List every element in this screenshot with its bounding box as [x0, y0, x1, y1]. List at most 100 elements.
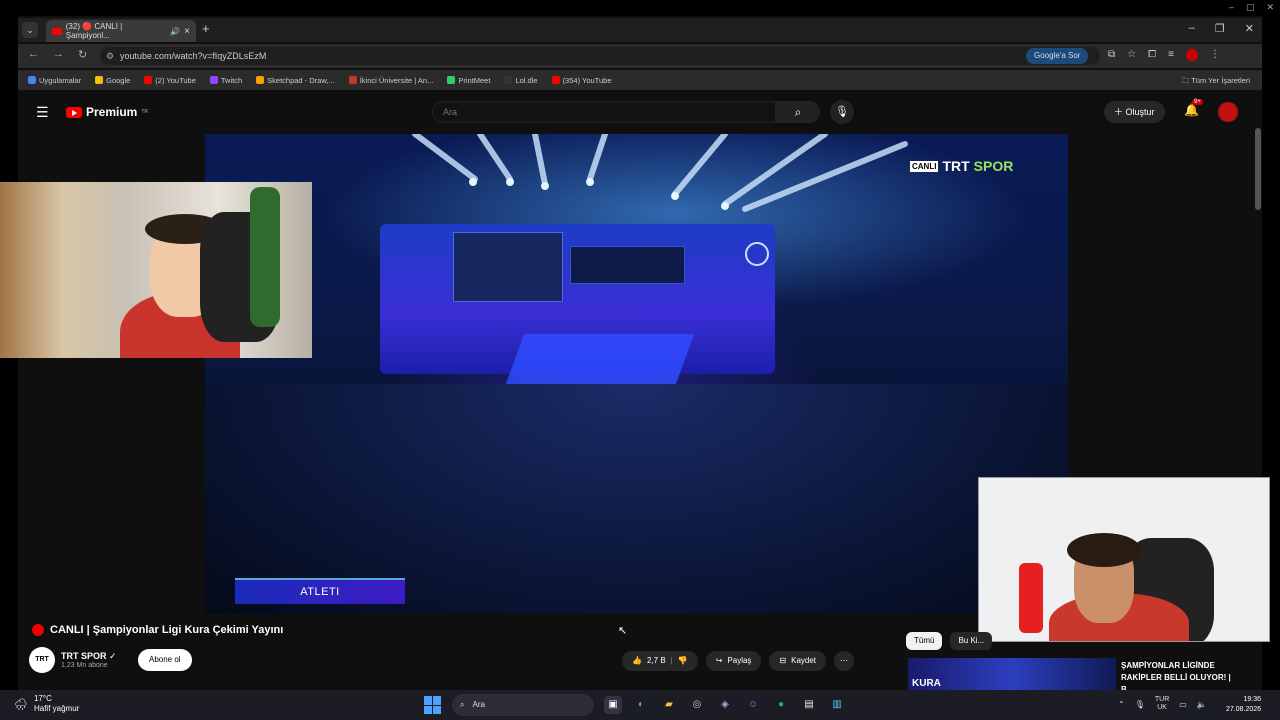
- weather-widget[interactable]: 🌧 17°C Hafif yağmur: [14, 694, 79, 714]
- google-lens-button[interactable]: Google'a Sor: [1026, 48, 1089, 64]
- bookmark-favicon-icon: [447, 76, 456, 84]
- bookmark-item[interactable]: Uygulamalar: [28, 76, 81, 85]
- streamer-hair: [1067, 533, 1141, 567]
- live-tag: CANLI: [910, 160, 939, 172]
- close-icon[interactable]: ✕: [1245, 22, 1254, 35]
- close-tab-icon[interactable]: ×: [184, 26, 190, 37]
- network-icon[interactable]: ▭: [1179, 700, 1187, 709]
- google-sor-label: Google'a Sor: [1034, 51, 1081, 60]
- like-button[interactable]: 👍 2,7 B | 👎: [622, 651, 698, 671]
- site-info-icon[interactable]: ⚙: [106, 47, 114, 65]
- bookmark-item[interactable]: Google: [95, 76, 130, 85]
- thumbnail-text: KURA: [912, 678, 941, 689]
- star-icon[interactable]: ☆: [1127, 49, 1136, 61]
- discord-icon[interactable]: ☺: [744, 696, 762, 714]
- chevron-up-icon[interactable]: ⌃: [1118, 700, 1125, 709]
- bookmark-item[interactable]: Sketchpad - Draw,...: [256, 76, 335, 85]
- video-actions: 👍 2,7 B | 👎 ↪ Paylaş ⊟ Kaydet ⋯: [622, 651, 855, 671]
- video-title: CANLI | Şampiyonlar Ligi Kura Çekimi Yay…: [32, 624, 283, 636]
- taskbar-search[interactable]: ⌕ Ara: [452, 694, 594, 716]
- thumbs-up-icon: 👍: [632, 656, 642, 665]
- microphone: [1019, 563, 1043, 633]
- media-icon[interactable]: ≡: [1168, 49, 1174, 61]
- mic-tray-icon[interactable]: 🎙: [1135, 700, 1145, 709]
- chip-all[interactable]: Tümü: [906, 632, 943, 650]
- all-bookmarks[interactable]: 🗀 Tüm Yer İşaretleri: [1182, 75, 1250, 88]
- more-actions-button[interactable]: ⋯: [834, 651, 855, 671]
- channel-info: TRT TRT SPOR ✓ 1,23 Mn abone: [29, 647, 117, 673]
- spotify-icon[interactable]: ●: [772, 696, 790, 714]
- search-icon[interactable]: ⌕: [776, 101, 820, 123]
- channel-avatar[interactable]: TRT: [29, 647, 55, 673]
- url-field[interactable]: ⚙ youtube.com/watch?v=fIqyZDLsEzM: [100, 47, 1100, 65]
- restore-icon[interactable]: ▢: [1246, 2, 1255, 13]
- menu-icon[interactable]: ⋮: [1210, 49, 1220, 61]
- page-scrollbar[interactable]: [1255, 128, 1261, 210]
- webcam-overlay-left: [0, 182, 312, 358]
- close-icon[interactable]: ✕: [1266, 2, 1274, 13]
- address-bar: ← → ↻ ⚙ youtube.com/watch?v=fIqyZDLsEzM …: [18, 44, 1262, 68]
- avatar[interactable]: [1218, 102, 1238, 122]
- language-indicator[interactable]: TUR UK: [1155, 696, 1169, 712]
- bookmark-label: Twitch: [220, 75, 243, 85]
- menu-icon[interactable]: ☰: [36, 104, 49, 121]
- bookmark-item[interactable]: Twitch: [209, 75, 243, 85]
- steam-icon[interactable]: ◈: [716, 696, 734, 714]
- notepad-icon[interactable]: ▥: [828, 696, 846, 714]
- clock[interactable]: 19:36 27.08.2026: [1226, 695, 1261, 715]
- back-icon[interactable]: ←: [28, 48, 39, 61]
- volume-icon[interactable]: 🔈: [1197, 700, 1207, 709]
- save-button[interactable]: ⊟ Kaydet: [769, 651, 827, 671]
- minimize-icon[interactable]: –: [1229, 2, 1234, 13]
- taskbar-apps: ⌕ Ara ▣ ◐ ▰ ◎ ◈ ☺ ● ▤ ▥: [424, 694, 846, 716]
- thumbs-down-icon[interactable]: 👎: [678, 651, 688, 671]
- profile-avatar[interactable]: [1185, 49, 1198, 61]
- share-button[interactable]: ↪ Paylaş: [705, 651, 762, 671]
- extensions-icon[interactable]: ⧠: [1148, 49, 1156, 61]
- microphone-icon[interactable]: 🎙: [830, 100, 854, 124]
- live-dot-icon: [32, 624, 44, 636]
- stage-screen-draw-table: [570, 246, 685, 284]
- epic-games-icon[interactable]: ▤: [800, 696, 818, 714]
- search-icon: ⌕: [460, 700, 465, 709]
- bookmark-favicon-icon: [551, 76, 560, 84]
- install-icon[interactable]: ⧉: [1108, 49, 1115, 61]
- edge-icon[interactable]: ◐: [632, 696, 650, 714]
- windows-start-icon[interactable]: [424, 696, 442, 714]
- channel-name-text: TRT SPOR: [61, 651, 107, 661]
- bookmark-label: Uygulamalar: [39, 75, 82, 85]
- chip-this-channel[interactable]: Bu Ki...: [950, 632, 993, 650]
- tab-search-button[interactable]: ⌄: [22, 22, 38, 38]
- folder-icon: 🗀: [1181, 76, 1192, 85]
- bookmark-item[interactable]: Lol.dle: [504, 76, 538, 85]
- task-view-icon[interactable]: ▣: [604, 696, 622, 714]
- notifications-icon[interactable]: 🔔 9+: [1184, 99, 1203, 117]
- bookmark-item[interactable]: İkinci Üniversite | An...: [348, 76, 433, 85]
- new-tab-button[interactable]: +: [202, 21, 210, 36]
- video-player[interactable]: CANLI TRT SPOR ATLETI: [205, 134, 1068, 614]
- os-window-controls: – ▢ ✕: [1229, 2, 1274, 13]
- create-button[interactable]: ＋ Oluştur: [1104, 101, 1165, 123]
- like-count: 2,7 B: [646, 656, 666, 665]
- address-actions: ⧉ ☆ ⧠ ≡ ⋮: [1108, 49, 1220, 61]
- stage-floor: [505, 334, 695, 384]
- search-input[interactable]: Ara: [432, 101, 776, 123]
- reload-icon[interactable]: ↻: [78, 48, 87, 61]
- chrome-icon[interactable]: ◎: [688, 696, 706, 714]
- url-text: youtube.com/watch?v=fIqyZDLsEzM: [120, 51, 267, 61]
- bookmark-item[interactable]: PrintMeet: [447, 76, 490, 85]
- subscribe-button[interactable]: Abone ol: [138, 649, 192, 671]
- bookmark-item[interactable]: (354) YouTube: [551, 76, 612, 85]
- forward-icon[interactable]: →: [53, 48, 64, 61]
- file-explorer-icon[interactable]: ▰: [660, 696, 678, 714]
- channel-name[interactable]: TRT SPOR ✓: [61, 651, 117, 662]
- plus-icon: ＋: [1114, 107, 1126, 117]
- bookmark-label: Google: [106, 75, 131, 85]
- taskbar-search-text: Ara: [472, 700, 485, 709]
- active-tab[interactable]: (32) 🔴 CANLI | Şampiyonl... 🔊 ×: [46, 20, 196, 42]
- bookmark-item[interactable]: (2) YouTube: [144, 76, 196, 85]
- minimize-icon[interactable]: –: [1189, 22, 1195, 35]
- recommended-thumbnail[interactable]: KURA: [908, 658, 1116, 690]
- maximize-icon[interactable]: ❐: [1215, 22, 1225, 35]
- youtube-logo[interactable]: Premium TR: [66, 105, 148, 119]
